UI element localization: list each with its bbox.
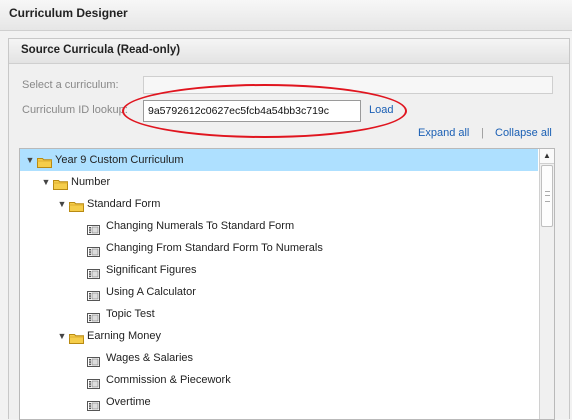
folder-icon bbox=[53, 176, 68, 190]
expand-toggle-icon[interactable]: ▼ bbox=[41, 171, 51, 193]
folder-icon bbox=[69, 198, 84, 212]
tree-folder-row[interactable]: ▼ Number bbox=[20, 171, 538, 193]
tree-row-label: Overtime bbox=[106, 396, 151, 408]
tree-lesson-row[interactable]: Using A Calculator bbox=[20, 281, 538, 303]
select-curriculum-label: Select a curriculum: bbox=[22, 79, 119, 91]
tree-row-label: Significant Figures bbox=[106, 264, 197, 276]
lesson-icon bbox=[87, 353, 100, 367]
tree-row-label: Commission & Piecework bbox=[106, 374, 231, 386]
tree-row-label: Using A Calculator bbox=[106, 286, 196, 298]
scroll-up-arrow-icon[interactable]: ▲ bbox=[540, 149, 554, 164]
select-curriculum-field[interactable] bbox=[143, 76, 553, 94]
tree-list: ▼ Year 9 Custom Curriculum ▼ Number ▼ Standar… bbox=[20, 149, 538, 413]
tree-row-label: Number bbox=[71, 176, 111, 188]
curriculum-id-input[interactable]: 9a5792612c0627ec5fcb4a54bb3c719c bbox=[143, 100, 361, 122]
tree-row-label: Changing From Standard Form To Numerals bbox=[106, 242, 323, 254]
tree-folder-row[interactable]: ▼ Earning Money bbox=[20, 325, 538, 347]
expand-toggle-icon[interactable]: ▼ bbox=[57, 325, 67, 347]
lesson-icon bbox=[87, 243, 100, 257]
lesson-icon bbox=[87, 309, 100, 323]
tree-scrollbar[interactable]: ▲ bbox=[539, 149, 554, 419]
tree-lesson-row[interactable]: Overtime bbox=[20, 391, 538, 413]
tree-row-label: Earning Money bbox=[87, 330, 161, 342]
lesson-icon bbox=[87, 287, 100, 301]
tree-row-label: Changing Numerals To Standard Form bbox=[106, 220, 295, 232]
tree-lesson-row[interactable]: Topic Test bbox=[20, 303, 538, 325]
expand-all-link[interactable]: Expand all bbox=[418, 127, 469, 139]
tree-lesson-row[interactable]: Changing Numerals To Standard Form bbox=[20, 215, 538, 237]
tree-lesson-row[interactable]: Commission & Piecework bbox=[20, 369, 538, 391]
tree-row-label: Standard Form bbox=[87, 198, 161, 210]
tree-folder-row[interactable]: ▼ Standard Form bbox=[20, 193, 538, 215]
scroll-grip-icon bbox=[545, 191, 550, 202]
lesson-icon bbox=[87, 397, 100, 411]
app-header: Curriculum Designer bbox=[0, 0, 572, 31]
folder-icon bbox=[69, 330, 84, 344]
folder-icon bbox=[37, 154, 52, 168]
tree-folder-row[interactable]: ▼ Year 9 Custom Curriculum bbox=[20, 149, 538, 171]
tree-lesson-row[interactable]: Significant Figures bbox=[20, 259, 538, 281]
app-title: Curriculum Designer bbox=[9, 6, 128, 20]
scroll-thumb[interactable] bbox=[541, 165, 553, 227]
tree-lesson-row[interactable]: Wages & Salaries bbox=[20, 347, 538, 369]
lesson-icon bbox=[87, 375, 100, 389]
curriculum-id-lookup-label: Curriculum ID lookup: bbox=[22, 104, 128, 116]
tree-row-label: Topic Test bbox=[106, 308, 155, 320]
collapse-all-link[interactable]: Collapse all bbox=[495, 127, 552, 139]
lesson-icon bbox=[87, 221, 100, 235]
curriculum-tree: ▼ Year 9 Custom Curriculum ▼ Number ▼ Standar… bbox=[19, 148, 555, 420]
source-curricula-panel: Source Curricula (Read-only) Select a cu… bbox=[8, 38, 570, 420]
panel-title: Source Curricula (Read-only) bbox=[21, 44, 181, 56]
lesson-icon bbox=[87, 265, 100, 279]
expand-toggle-icon[interactable]: ▼ bbox=[57, 193, 67, 215]
tree-row-label: Year 9 Custom Curriculum bbox=[55, 154, 184, 166]
tree-row-label: Wages & Salaries bbox=[106, 352, 194, 364]
link-separator: | bbox=[481, 127, 484, 139]
panel-header: Source Curricula (Read-only) bbox=[9, 39, 569, 64]
tree-lesson-row[interactable]: Changing From Standard Form To Numerals bbox=[20, 237, 538, 259]
expand-toggle-icon[interactable]: ▼ bbox=[25, 149, 35, 171]
load-link[interactable]: Load bbox=[369, 104, 393, 116]
